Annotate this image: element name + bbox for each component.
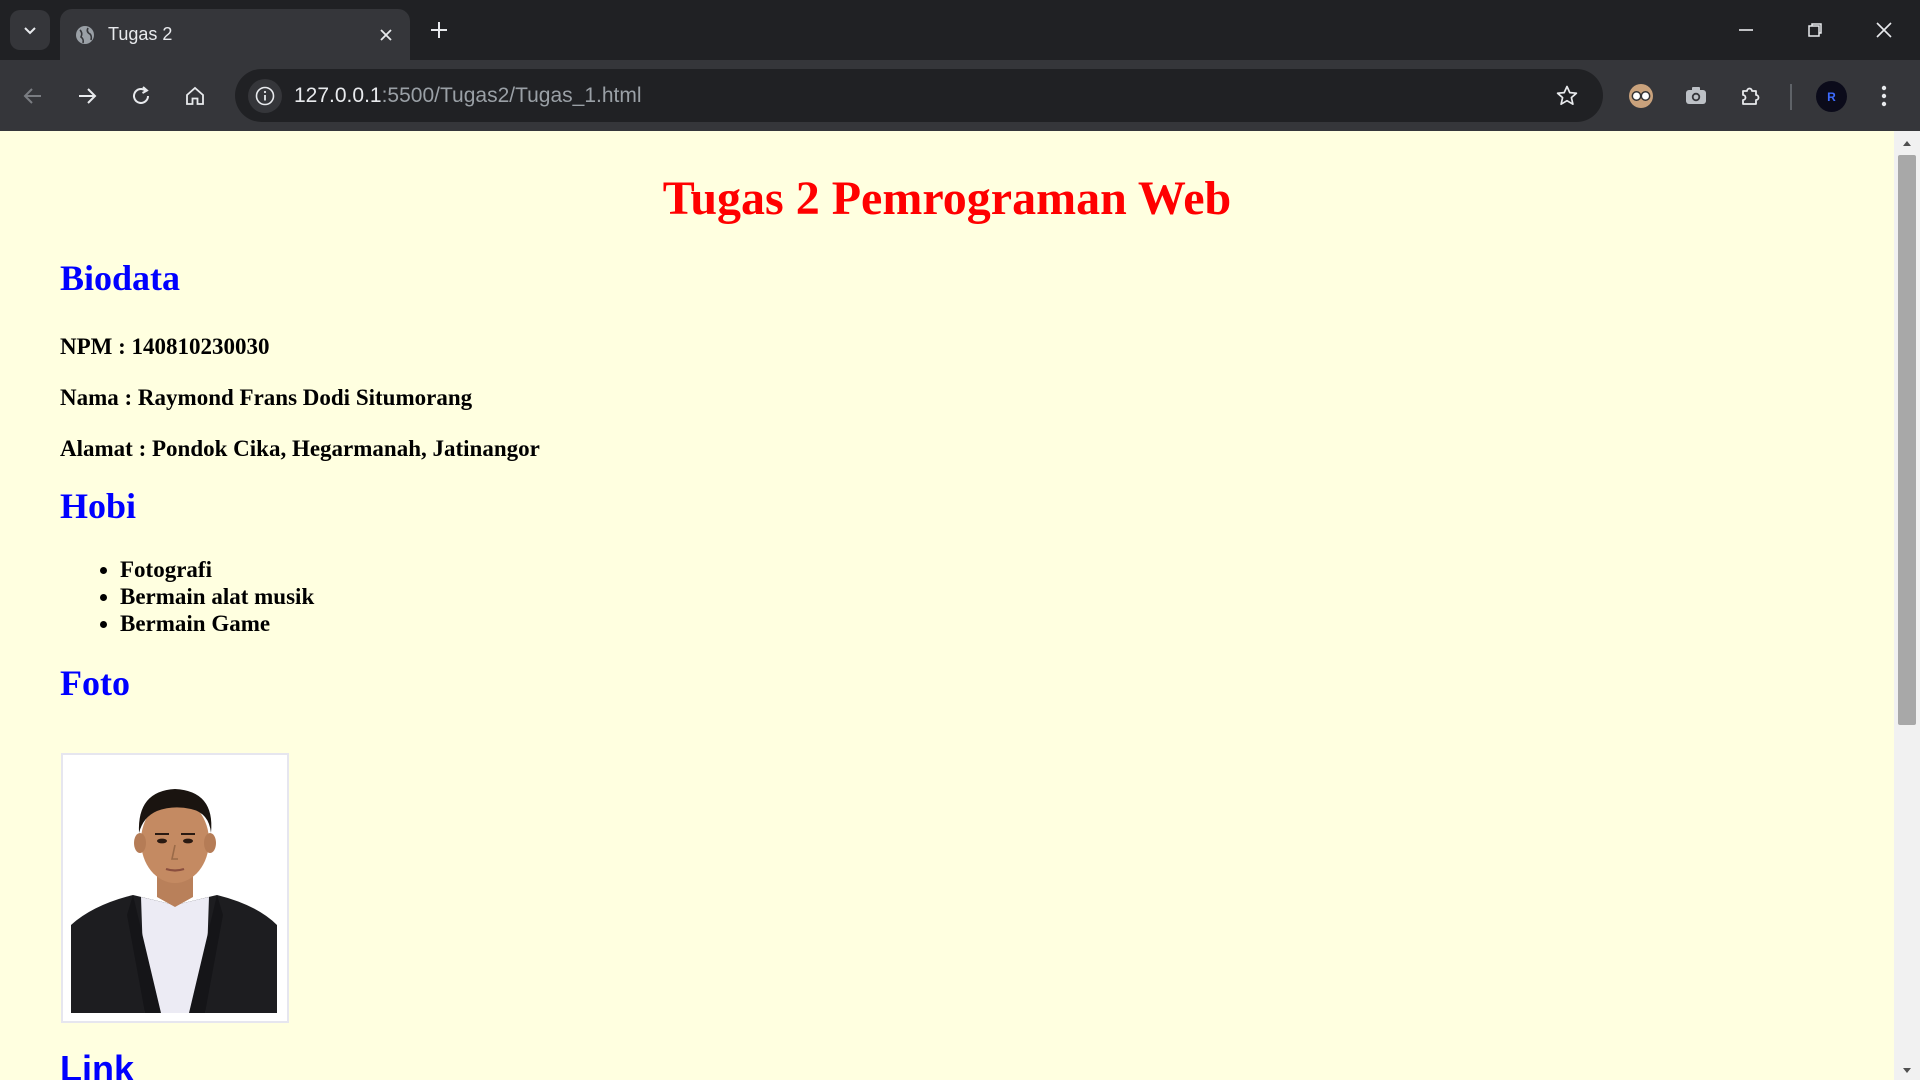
forward-button[interactable] bbox=[67, 76, 107, 116]
tab-search-button[interactable] bbox=[10, 10, 50, 50]
tab-strip: Tugas 2 bbox=[0, 0, 1920, 60]
url-path: :5500/Tugas2/Tugas_1.html bbox=[381, 83, 642, 107]
close-icon bbox=[1876, 22, 1892, 38]
restore-button[interactable] bbox=[1781, 0, 1849, 60]
chevron-down-icon bbox=[24, 27, 36, 35]
minimize-icon bbox=[1739, 29, 1753, 31]
home-button[interactable] bbox=[175, 76, 215, 116]
npm-text: NPM : 140810230030 bbox=[60, 334, 270, 360]
profile-initial: R bbox=[1827, 89, 1836, 104]
hobi-item: Bermain alat musik bbox=[120, 583, 1834, 610]
extensions-puzzle-icon[interactable] bbox=[1731, 76, 1771, 116]
menu-kebab-icon[interactable] bbox=[1864, 76, 1904, 116]
site-info-icon[interactable] bbox=[248, 78, 282, 113]
extension-camera-icon[interactable] bbox=[1676, 76, 1716, 116]
toolbar-divider bbox=[1790, 84, 1792, 110]
page-viewport: Tugas 2 Pemrograman Web Biodata NPM : 14… bbox=[0, 131, 1894, 1080]
active-tab[interactable]: Tugas 2 bbox=[60, 9, 410, 60]
arrow-right-icon bbox=[79, 88, 97, 104]
home-icon bbox=[186, 86, 204, 105]
reload-icon bbox=[133, 86, 149, 104]
page-content: Tugas 2 Pemrograman Web Biodata NPM : 14… bbox=[0, 172, 1894, 703]
bookmark-star-icon[interactable] bbox=[1553, 82, 1581, 110]
browser-toolbar: 127.0.0.1:5500/Tugas2/Tugas_1.html R bbox=[0, 60, 1920, 131]
hobi-list: Fotografi Bermain alat musik Bermain Gam… bbox=[60, 556, 1834, 637]
tab-title: Tugas 2 bbox=[108, 24, 173, 44]
scroll-down-arrow-icon[interactable] bbox=[1902, 1067, 1912, 1075]
back-button[interactable] bbox=[13, 76, 53, 116]
hobi-item: Bermain Game bbox=[120, 610, 1834, 637]
reload-button[interactable] bbox=[121, 76, 161, 116]
scroll-up-arrow-icon[interactable] bbox=[1902, 139, 1912, 147]
hobi-heading: Hobi bbox=[60, 486, 137, 527]
url-text[interactable]: 127.0.0.1:5500/Tugas2/Tugas_1.html bbox=[294, 84, 642, 108]
minimize-button[interactable] bbox=[1712, 0, 1780, 60]
profile-avatar[interactable]: R bbox=[1816, 81, 1847, 112]
foto-heading: Foto bbox=[60, 662, 130, 703]
url-host: 127.0.0.1 bbox=[294, 83, 382, 107]
extension-glasses-icon[interactable] bbox=[1621, 76, 1661, 116]
profile-photo bbox=[61, 753, 289, 1023]
restore-icon bbox=[1808, 23, 1822, 37]
plus-icon bbox=[431, 22, 447, 38]
new-tab-button[interactable] bbox=[423, 14, 455, 46]
scrollbar-thumb[interactable] bbox=[1898, 155, 1916, 725]
close-window-button[interactable] bbox=[1850, 0, 1918, 60]
link-heading: Link bbox=[60, 1048, 135, 1080]
globe-icon bbox=[74, 24, 96, 46]
hobi-item: Fotografi bbox=[120, 556, 1834, 583]
biodata-heading: Biodata bbox=[60, 257, 181, 298]
page-scrollbar[interactable] bbox=[1894, 131, 1920, 1080]
arrow-left-icon bbox=[23, 88, 41, 104]
alamat-text: Alamat : Pondok Cika, Hegarmanah, Jatina… bbox=[60, 435, 540, 461]
page-title: Tugas 2 Pemrograman Web bbox=[662, 172, 1232, 225]
nama-text: Nama : Raymond Frans Dodi Situmorang bbox=[60, 384, 473, 410]
address-bar[interactable]: 127.0.0.1:5500/Tugas2/Tugas_1.html bbox=[235, 69, 1603, 122]
close-tab-icon[interactable] bbox=[372, 21, 400, 49]
